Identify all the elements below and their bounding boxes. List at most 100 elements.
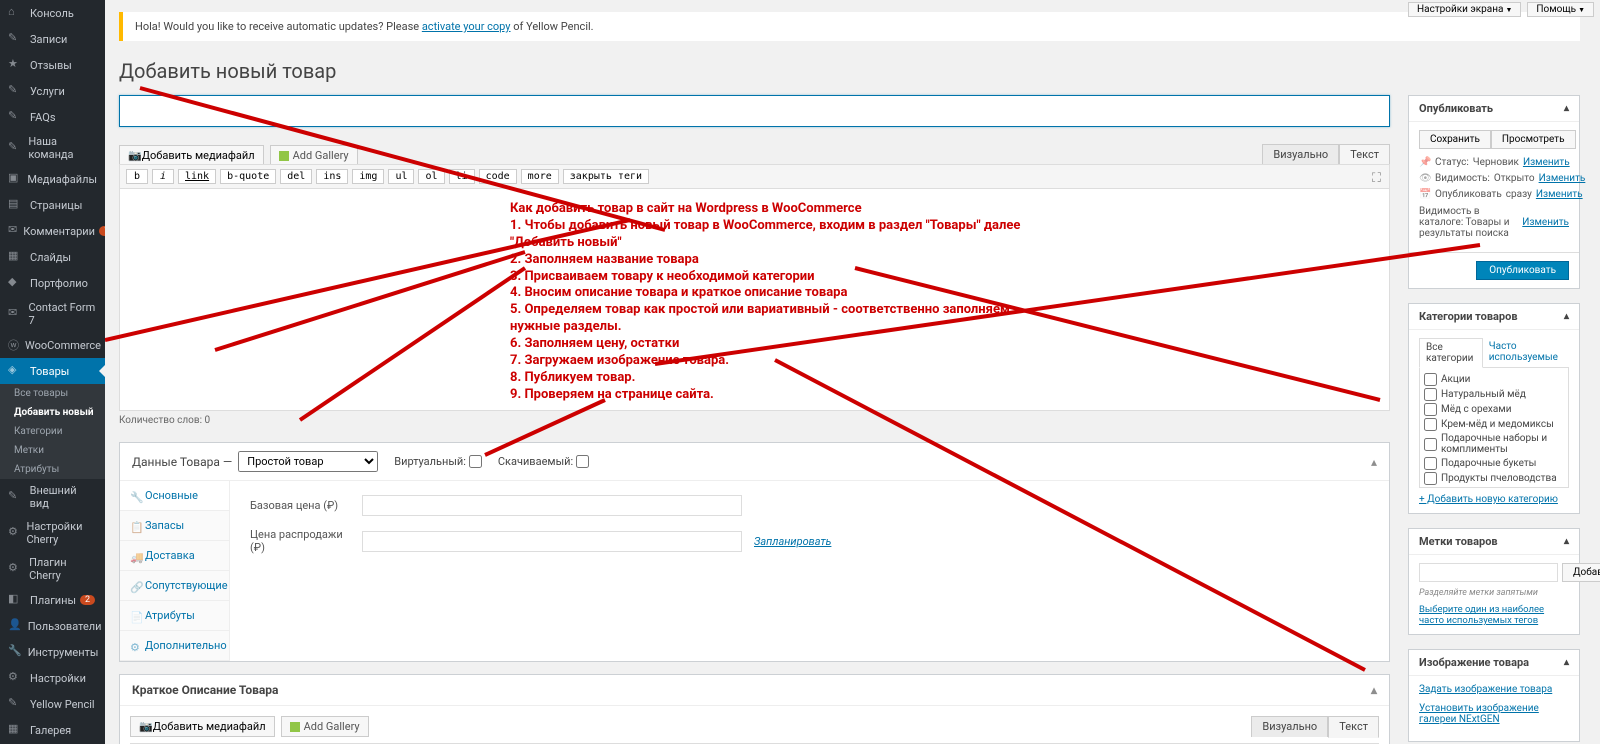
pd-tab-shipping[interactable]: 🚚Доставка bbox=[120, 541, 229, 571]
toggle-icon[interactable]: ▴ bbox=[1564, 103, 1569, 114]
menu-pages[interactable]: ▤Страницы bbox=[0, 192, 105, 218]
menu-tools[interactable]: 🔧Инструменты bbox=[0, 639, 105, 665]
panel-toggle-icon[interactable]: ▴ bbox=[1371, 683, 1377, 697]
regular-price-input[interactable] bbox=[362, 495, 742, 516]
menu-team[interactable]: ✎Наша команда bbox=[0, 130, 105, 166]
menu-settings[interactable]: ⚙Настройки bbox=[0, 665, 105, 691]
menu-comments[interactable]: ✉Комментарии1 bbox=[0, 218, 105, 244]
category-item[interactable]: Мёд с орехами bbox=[1424, 402, 1564, 417]
submenu-add-new[interactable]: Добавить новый bbox=[0, 403, 105, 422]
tb-img[interactable]: img bbox=[352, 169, 384, 184]
submenu-categories[interactable]: Категории bbox=[0, 422, 105, 441]
menu-plugins[interactable]: ◧Плагины2 bbox=[0, 587, 105, 613]
all-categories-tab[interactable]: Все категории bbox=[1419, 338, 1483, 368]
add-category-link[interactable]: + Добавить новую категорию bbox=[1419, 494, 1569, 505]
category-checkbox[interactable] bbox=[1424, 388, 1437, 401]
screen-options-button[interactable]: Настройки экрана▼ bbox=[1408, 2, 1521, 17]
category-checkbox[interactable] bbox=[1424, 373, 1437, 386]
set-image-link[interactable]: Задать изображение товара bbox=[1419, 684, 1569, 695]
toggle-icon[interactable]: ▴ bbox=[1564, 657, 1569, 668]
menu-slides[interactable]: ▦Слайды bbox=[0, 244, 105, 270]
tb-b[interactable]: b bbox=[126, 169, 148, 184]
category-checkbox[interactable] bbox=[1424, 457, 1437, 470]
menu-cherry-plugin[interactable]: ⚙Плагин Cherry bbox=[0, 551, 105, 587]
popular-tags-link[interactable]: Выберите один из наиболее часто использу… bbox=[1419, 604, 1544, 626]
category-item[interactable]: Подарочные наборы и комплименты bbox=[1424, 432, 1564, 456]
text-tab[interactable]: Текст bbox=[1339, 144, 1390, 165]
menu-posts[interactable]: ✎Записи bbox=[0, 26, 105, 52]
save-draft-button[interactable]: Сохранить bbox=[1419, 130, 1491, 149]
tb-code[interactable]: code bbox=[479, 169, 517, 184]
help-button[interactable]: Помощь▼ bbox=[1527, 2, 1594, 17]
menu-appearance[interactable]: ✎Внешний вид bbox=[0, 479, 105, 515]
category-item[interactable]: Крем-мёд и медомиксы bbox=[1424, 417, 1564, 432]
menu-yellow-pencil[interactable]: ✎Yellow Pencil bbox=[0, 691, 105, 717]
editor-canvas[interactable]: Как добавить товар в сайт на Wordpress в… bbox=[119, 189, 1390, 411]
schedule-link[interactable]: Запланировать bbox=[754, 535, 831, 548]
category-item[interactable]: Продукты пчеловодства bbox=[1424, 471, 1564, 486]
product-title-input[interactable] bbox=[119, 95, 1390, 127]
category-item[interactable]: Подарочные букеты bbox=[1424, 456, 1564, 471]
tb-link[interactable]: link bbox=[178, 169, 216, 184]
sd-text-tab[interactable]: Текст bbox=[1328, 716, 1379, 738]
tb-ol[interactable]: ol bbox=[418, 169, 444, 184]
edit-date-link[interactable]: Изменить bbox=[1536, 189, 1583, 200]
pd-tab-general[interactable]: 🔧Основные bbox=[120, 481, 229, 511]
sd-add-gallery-button[interactable]: Add Gallery bbox=[281, 716, 369, 737]
category-item[interactable]: Акции bbox=[1424, 372, 1564, 387]
product-type-select[interactable]: Простой товар bbox=[238, 451, 378, 472]
tb-i[interactable]: i bbox=[152, 169, 174, 184]
category-checkbox[interactable] bbox=[1424, 472, 1437, 485]
downloadable-checkbox[interactable] bbox=[576, 455, 589, 468]
tb-quote[interactable]: b-quote bbox=[220, 169, 276, 184]
sale-price-input[interactable] bbox=[362, 531, 742, 552]
edit-visibility-link[interactable]: Изменить bbox=[1539, 173, 1586, 184]
set-nextgen-link[interactable]: Установить изображение галереи NExtGEN bbox=[1419, 703, 1569, 725]
tb-li[interactable]: li bbox=[449, 169, 475, 184]
add-tag-button[interactable]: Добавить bbox=[1562, 563, 1600, 582]
toggle-icon[interactable]: ▴ bbox=[1564, 536, 1569, 547]
visual-tab[interactable]: Визуально bbox=[1262, 144, 1339, 164]
preview-button[interactable]: Просмотреть bbox=[1491, 130, 1576, 149]
menu-reviews[interactable]: ★Отзывы bbox=[0, 52, 105, 78]
tb-ul[interactable]: ul bbox=[388, 169, 414, 184]
tb-ins[interactable]: ins bbox=[316, 169, 348, 184]
panel-toggle-icon[interactable]: ▴ bbox=[1371, 455, 1377, 469]
tb-del[interactable]: del bbox=[280, 169, 312, 184]
submenu-tags[interactable]: Метки bbox=[0, 441, 105, 460]
virtual-checkbox[interactable] bbox=[469, 455, 482, 468]
menu-cherry-settings[interactable]: ⚙Настройки Cherry bbox=[0, 515, 105, 551]
menu-users[interactable]: 👤Пользователи bbox=[0, 613, 105, 639]
pd-tab-linked[interactable]: 🔗Сопутствующие bbox=[120, 571, 229, 601]
menu-console[interactable]: ⌂Консоль bbox=[0, 0, 105, 26]
sd-visual-tab[interactable]: Визуально bbox=[1251, 716, 1328, 737]
toggle-icon[interactable]: ▴ bbox=[1564, 311, 1569, 322]
menu-services[interactable]: ✎Услуги bbox=[0, 78, 105, 104]
submenu-all-products[interactable]: Все товары bbox=[0, 384, 105, 403]
category-checkbox[interactable] bbox=[1424, 418, 1437, 431]
activate-link[interactable]: activate your copy bbox=[422, 20, 511, 33]
menu-faqs[interactable]: ✎FAQs bbox=[0, 104, 105, 130]
pd-tab-advanced[interactable]: ⚙Дополнительно bbox=[120, 631, 229, 661]
menu-products[interactable]: ◈Товары bbox=[0, 358, 105, 384]
pd-tab-attributes[interactable]: 📄Атрибуты bbox=[120, 601, 229, 631]
fullscreen-icon[interactable]: ⛶ bbox=[1372, 171, 1381, 186]
tb-more[interactable]: more bbox=[521, 169, 559, 184]
submenu-attributes[interactable]: Атрибуты bbox=[0, 460, 105, 479]
edit-status-link[interactable]: Изменить bbox=[1523, 157, 1570, 168]
menu-woocommerce[interactable]: ⓦWooCommerce bbox=[0, 332, 105, 358]
menu-media[interactable]: ▣Медиафайлы bbox=[0, 166, 105, 192]
pd-tab-inventory[interactable]: 📋Запасы bbox=[120, 511, 229, 541]
category-checkbox[interactable] bbox=[1424, 438, 1437, 451]
publish-button[interactable]: Опубликовать bbox=[1476, 261, 1569, 280]
freq-categories-tab[interactable]: Часто используемые bbox=[1483, 338, 1569, 367]
menu-portfolio[interactable]: ◆Портфолио bbox=[0, 270, 105, 296]
category-checkbox[interactable] bbox=[1424, 403, 1437, 416]
tag-input[interactable] bbox=[1419, 563, 1558, 582]
menu-cf7[interactable]: ✉Contact Form 7 bbox=[0, 296, 105, 332]
add-media-button[interactable]: 📷 Добавить медиафайл bbox=[119, 145, 264, 166]
menu-gallery[interactable]: ▦Галерея bbox=[0, 717, 105, 743]
add-gallery-button[interactable]: Add Gallery bbox=[270, 145, 358, 166]
edit-catalog-link[interactable]: Изменить bbox=[1522, 217, 1569, 228]
category-item[interactable]: Натуральный мёд bbox=[1424, 387, 1564, 402]
